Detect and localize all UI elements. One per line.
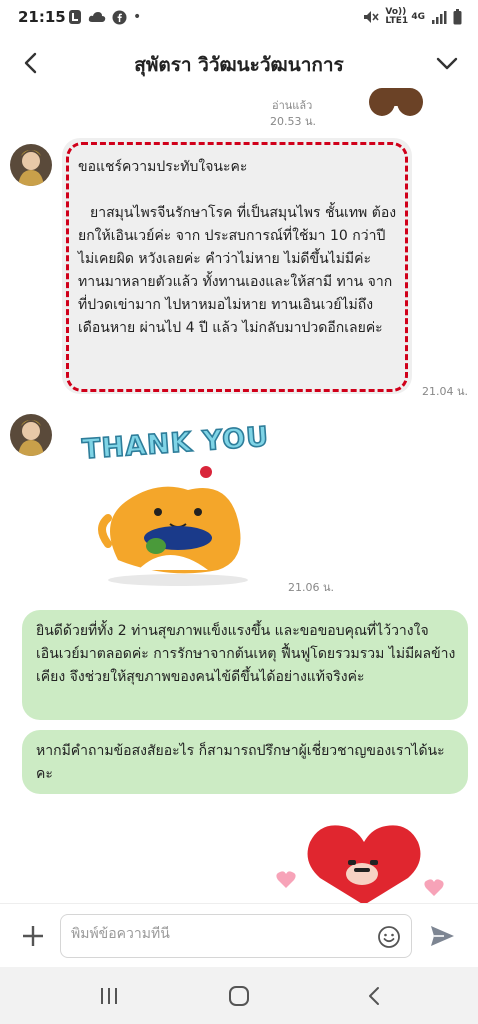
signal-icon: [432, 11, 447, 24]
home-icon: [229, 986, 249, 1006]
back-nav-icon: [369, 987, 379, 1005]
chat-header: สุพัตรา วิวัฒนะวัฒนาการ: [0, 36, 478, 88]
message-text: ยินดีด้วยที่ทั้ง 2 ท่านสุขภาพแข็งแรงขึ้น…: [36, 623, 456, 685]
avatar-image: [10, 414, 52, 456]
cloud-icon: [88, 12, 106, 22]
message-input-box[interactable]: [60, 914, 412, 958]
facebook-icon: [112, 10, 127, 24]
add-attachment-button[interactable]: [18, 921, 48, 951]
status-bar: 21:15 • Vo)) LTE1 4G: [0, 0, 478, 36]
recent-apps-button[interactable]: [96, 983, 122, 1009]
avatar[interactable]: [10, 144, 52, 186]
message-composer: [0, 903, 478, 967]
system-navigation-bar: [0, 967, 478, 1024]
thank-you-sticker[interactable]: THANK YOU: [78, 420, 278, 590]
back-nav-button[interactable]: [362, 983, 388, 1009]
bear-sticker[interactable]: [368, 88, 424, 118]
send-icon: [431, 926, 454, 946]
message-time: 21.06 น.: [288, 581, 335, 594]
home-button[interactable]: [226, 983, 252, 1009]
message-text: หากมีคำถามข้อสงสัยอะไร ก็สามารถปรึกษาผู้…: [36, 743, 445, 782]
emoji-button[interactable]: [377, 925, 401, 949]
mute-icon: [364, 11, 379, 23]
chevron-down-icon: [436, 57, 458, 70]
heart-sticker[interactable]: [274, 814, 454, 903]
chat-area[interactable]: อ่านแล้ว 20.53 น. ขอแชร์ความประทับใจนะคะ…: [0, 88, 478, 903]
smiley-icon: [378, 926, 400, 948]
network-label: 4G: [411, 12, 425, 22]
status-notification-icons: •: [68, 9, 141, 25]
message-input[interactable]: [71, 926, 361, 942]
menu-dropdown-button[interactable]: [432, 48, 462, 78]
avatar[interactable]: [10, 414, 52, 456]
recent-apps-icon: [101, 988, 117, 1004]
battery-icon: [453, 9, 462, 25]
status-system-icons: Vo)) LTE1 4G: [363, 8, 462, 26]
message-time: 21.04 น.: [422, 385, 469, 398]
message-time: 20.53 น.: [270, 115, 317, 128]
app-notification-icon: [69, 10, 81, 24]
send-button[interactable]: [428, 922, 456, 950]
chat-title: สุพัตรา วิวัฒนะวัฒนาการ: [134, 54, 344, 76]
avatar-image: [10, 144, 52, 186]
status-dot: •: [133, 9, 142, 25]
message-text: ยาสมุนไพรจีนรักษาโรค ที่เป็นสมุนไพร ชั้น…: [78, 205, 397, 336]
plus-icon: [23, 926, 43, 946]
status-time: 21:15: [18, 8, 66, 26]
volte-label: Vo)) LTE1: [385, 7, 409, 26]
message-heading: ขอแชร์ความประทับใจนะคะ: [78, 159, 248, 175]
